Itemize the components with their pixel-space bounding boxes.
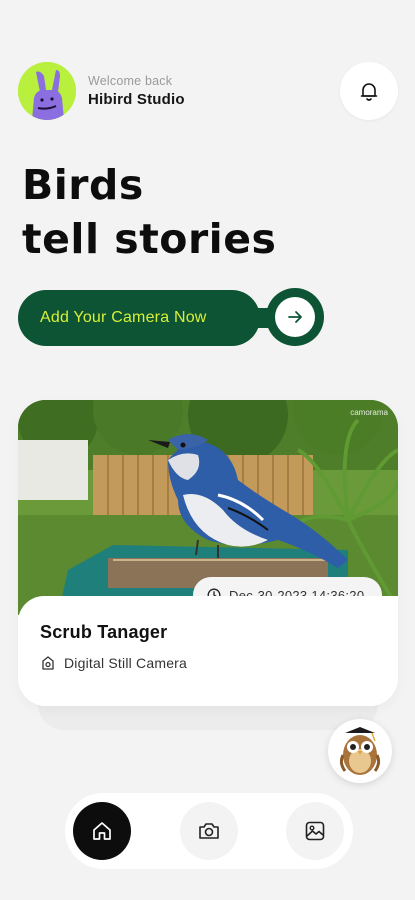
- nav-camera[interactable]: [180, 802, 238, 860]
- bird-photo[interactable]: camorama Dec-30-2023 14:36:20: [18, 400, 398, 615]
- camera-icon: [199, 823, 219, 839]
- camera-device-icon: [42, 656, 54, 670]
- camera-label: Digital Still Camera: [64, 655, 188, 671]
- gallery-icon: [305, 821, 325, 841]
- bell-icon: [360, 83, 378, 101]
- add-camera-cta[interactable]: Add Your Camera Now: [18, 288, 324, 346]
- greeting: Welcome back Hibird Studio: [88, 73, 185, 110]
- welcome-text: Welcome back: [88, 74, 173, 88]
- add-camera-arrow-button[interactable]: [266, 288, 324, 346]
- rabbit-avatar-icon: [18, 62, 76, 120]
- avatar[interactable]: [18, 62, 76, 120]
- owl-icon: [339, 727, 381, 775]
- camera-info: Digital Still Camera: [40, 655, 187, 671]
- photo-watermark: camorama: [350, 408, 388, 417]
- studio-name: Hibird Studio: [88, 91, 185, 108]
- bird-name: Scrub Tanager: [40, 622, 168, 642]
- add-camera-button[interactable]: Add Your Camera Now: [18, 290, 260, 346]
- nav-gallery[interactable]: [286, 802, 344, 860]
- bird-sighting-card[interactable]: camorama Dec-30-2023 14:36:20 Scrub Tana…: [18, 400, 398, 706]
- bottom-nav: [65, 793, 353, 869]
- card-info: Scrub Tanager Digital Still Camera: [18, 596, 398, 706]
- arrow-right-icon: [288, 311, 302, 323]
- home-icon: [93, 822, 111, 840]
- hero-line-2: tell stories: [22, 215, 277, 263]
- hero-line-1: Birds: [22, 161, 144, 209]
- notification-button[interactable]: [340, 62, 398, 120]
- nav-home[interactable]: [73, 802, 131, 860]
- owl-assistant-button[interactable]: [328, 719, 392, 783]
- hero-title: Birds tell stories: [22, 158, 402, 266]
- header: Welcome back Hibird Studio: [18, 62, 398, 122]
- add-camera-label: Add Your Camera Now: [40, 309, 207, 326]
